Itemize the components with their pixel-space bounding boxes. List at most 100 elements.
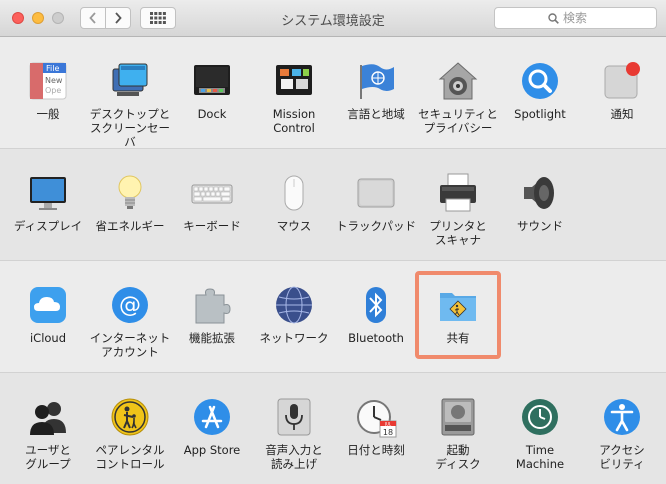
app-store-icon [194, 399, 230, 435]
pref-mission-control[interactable]: Mission Control [253, 59, 335, 135]
pref-label: iCloud [29, 331, 67, 345]
pref-language-region[interactable]: 言語と地域 [335, 59, 417, 121]
pref-label: アクセシ ビリティ [599, 443, 645, 471]
clock-calendar-icon: JUL 18 [357, 400, 397, 438]
pref-sound[interactable]: サウンド [499, 171, 581, 233]
un-flag-icon [360, 64, 394, 99]
pref-label: 起動 ディスク [435, 443, 481, 471]
keyboard-icon [191, 184, 233, 204]
pref-startup-disk[interactable]: 起動 ディスク [417, 395, 499, 471]
svg-text:18: 18 [383, 428, 393, 437]
pref-bluetooth[interactable]: Bluetooth [335, 283, 417, 345]
pref-energy-saver[interactable]: 省エネルギー [89, 171, 171, 233]
bluetooth-icon [366, 287, 386, 323]
system-section: ユーザと グループ ペアレンタル コントロール App Store 音声入力と … [0, 373, 666, 484]
pref-icloud[interactable]: iCloud [7, 283, 89, 345]
pref-printers-scanners[interactable]: プリンタと スキャナ [417, 171, 499, 247]
at-sign-icon: @ [112, 287, 148, 323]
svg-text:New: New [45, 76, 63, 85]
microphone-icon [277, 398, 311, 436]
search-input[interactable] [563, 11, 603, 25]
selection-highlight [415, 271, 501, 359]
pref-spotlight[interactable]: Spotlight [499, 59, 581, 121]
pref-label: ディスプレイ [13, 219, 83, 233]
trackpad-icon [357, 178, 395, 208]
pref-general[interactable]: File New Ope 一般 [7, 59, 89, 121]
accessibility-icon [604, 399, 640, 435]
pref-label: 機能拡張 [189, 331, 235, 345]
users-silhouette-icon [30, 402, 66, 435]
mouse-icon [284, 175, 304, 211]
pref-mouse[interactable]: マウス [253, 171, 335, 233]
network-globe-icon [276, 286, 312, 324]
pref-label: 一般 [36, 107, 60, 121]
pref-trackpad[interactable]: トラックパッド [335, 171, 417, 233]
pref-label: Dock [197, 107, 227, 121]
pref-label: 省エネルギー [95, 219, 165, 233]
hardware-section: ディスプレイ 省エネルギー キーボード マウス トラックパッド プリンタと スキ… [0, 149, 666, 261]
search-field[interactable] [494, 7, 657, 29]
pref-label: 音声入力と 読み上げ [265, 443, 323, 471]
display-icon [30, 177, 66, 210]
pref-label: 通知 [610, 107, 634, 121]
pref-label: サウンド [517, 219, 563, 233]
title-bar: システム環境設定 [0, 0, 666, 37]
pref-desktop-screensaver[interactable]: デスクトップと スクリーンセーバ [89, 59, 171, 149]
desktop-screensaver-icon [112, 63, 148, 96]
pref-label: デスクトップと スクリーンセーバ [89, 107, 171, 149]
notifications-icon [604, 62, 640, 99]
general-icon: File New Ope [29, 62, 67, 100]
pref-label: 言語と地域 [347, 107, 405, 121]
pref-label: ペアレンタル コントロール [95, 443, 165, 471]
search-icon [548, 12, 559, 24]
pref-extensions[interactable]: 機能拡張 [171, 283, 253, 345]
pref-label: マウス [276, 219, 312, 233]
pref-label: トラックパッド [336, 219, 416, 233]
mission-control-icon [276, 65, 312, 95]
house-lock-icon [438, 62, 478, 100]
hard-drive-icon [441, 398, 475, 436]
pref-keyboard[interactable]: キーボード [171, 171, 253, 233]
pref-label: セキュリティと プライバシー [418, 107, 498, 135]
pref-label: 日付と時刻 [347, 443, 405, 457]
svg-text:JUL: JUL [384, 422, 392, 427]
pref-time-machine[interactable]: Time Machine [499, 395, 581, 471]
printer-icon [440, 173, 476, 212]
pref-security-privacy[interactable]: セキュリティと プライバシー [417, 59, 499, 135]
spotlight-icon [522, 63, 558, 99]
pref-label: キーボード [183, 219, 241, 233]
pref-label: Bluetooth [348, 331, 404, 345]
personal-section: File New Ope 一般 デスクトップと スクリーンセーバ Dock Mi… [0, 37, 666, 149]
pref-label: Mission Control [272, 107, 316, 135]
pref-dock[interactable]: Dock [171, 59, 253, 121]
internet-section: iCloud @ インターネット アカウント 機能拡張 ネットワーク Bluet… [0, 261, 666, 373]
icloud-icon [30, 287, 66, 323]
pref-dictation-speech[interactable]: 音声入力と 読み上げ [253, 395, 335, 471]
parental-controls-icon [111, 398, 149, 436]
system-preferences-window: システム環境設定 File New Ope 一般 [0, 0, 666, 484]
pref-parental-controls[interactable]: ペアレンタル コントロール [89, 395, 171, 471]
pref-label: ネットワーク [259, 331, 329, 345]
pref-notifications[interactable]: 通知 [581, 59, 663, 121]
pref-displays[interactable]: ディスプレイ [7, 171, 89, 233]
pref-label: プリンタと スキャナ [429, 219, 487, 247]
pref-label: App Store [183, 443, 241, 457]
pref-accessibility[interactable]: アクセシ ビリティ [581, 395, 663, 471]
pref-label: Spotlight [514, 107, 566, 121]
pref-date-time[interactable]: JUL 18 日付と時刻 [335, 395, 417, 457]
svg-text:@: @ [119, 293, 141, 318]
dock-icon [194, 65, 230, 95]
svg-text:Ope: Ope [45, 86, 61, 95]
time-machine-icon [522, 399, 558, 435]
pref-users-groups[interactable]: ユーザと グループ [7, 395, 89, 471]
light-bulb-icon [118, 175, 142, 209]
pref-label: ユーザと グループ [25, 443, 71, 471]
pref-network[interactable]: ネットワーク [253, 283, 335, 345]
speaker-icon [524, 177, 554, 209]
puzzle-piece-icon [195, 288, 231, 324]
pref-label: Time Machine [515, 443, 565, 471]
pref-internet-accounts[interactable]: @ インターネット アカウント [89, 283, 171, 359]
pref-label: インターネット アカウント [89, 331, 171, 359]
svg-text:File: File [46, 64, 59, 73]
pref-app-store[interactable]: App Store [171, 395, 253, 457]
